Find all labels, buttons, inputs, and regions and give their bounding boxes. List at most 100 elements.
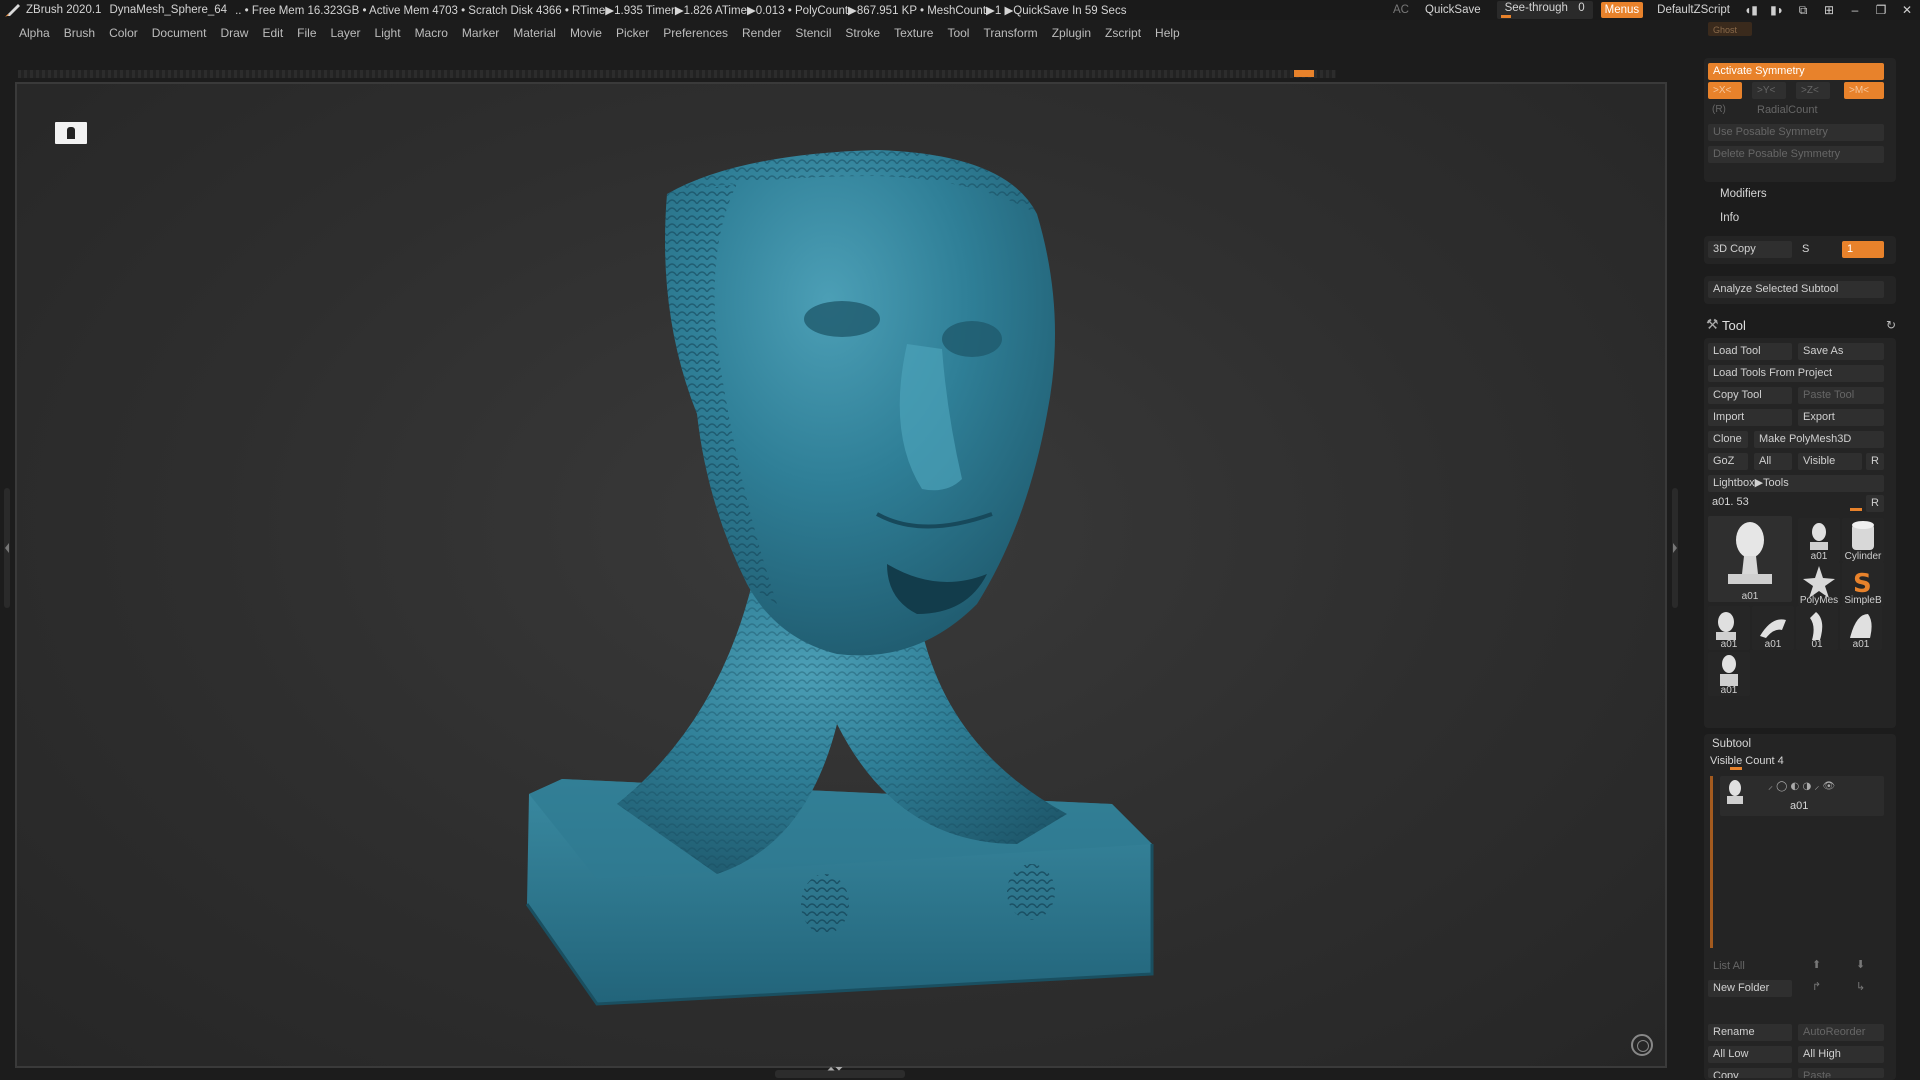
menu-transform[interactable]: Transform — [976, 26, 1044, 40]
menu-texture[interactable]: Texture — [887, 26, 940, 40]
current-tool-r-button[interactable]: R — [1866, 495, 1884, 512]
symmetry-x-toggle[interactable]: >X< — [1708, 82, 1742, 99]
tool-thumb-a01-3[interactable]: a01 — [1752, 606, 1794, 650]
autoreorder-button[interactable]: AutoReorder — [1798, 1024, 1884, 1041]
tool-palette-title[interactable]: Tool — [1722, 318, 1746, 333]
load-tools-from-project-button[interactable]: Load Tools From Project — [1708, 365, 1884, 382]
menu-draw[interactable]: Draw — [213, 26, 255, 40]
subtool-copy-button[interactable]: Copy — [1708, 1068, 1792, 1078]
info-header[interactable]: Info — [1720, 212, 1739, 224]
subtool-paste-button[interactable]: Paste — [1798, 1068, 1884, 1078]
activate-symmetry-button[interactable]: Activate Symmetry — [1708, 63, 1884, 80]
tool-thumb-a01-4[interactable]: a01 — [1840, 606, 1882, 650]
bottom-tray-toggle[interactable] — [775, 1064, 905, 1078]
menu-preferences[interactable]: Preferences — [656, 26, 735, 40]
visible-count-knob[interactable] — [1730, 767, 1742, 770]
quicksave-button[interactable]: QuickSave — [1417, 4, 1489, 16]
tool-thumb-a01-large[interactable]: a01 — [1708, 516, 1792, 602]
menu-help[interactable]: Help — [1148, 26, 1187, 40]
menu-alpha[interactable]: Alpha — [12, 26, 57, 40]
subtool-scrollbar[interactable] — [1710, 776, 1713, 948]
default-zscript-button[interactable]: DefaultZScript — [1649, 4, 1738, 16]
symmetry-m-toggle[interactable]: >M< — [1844, 82, 1884, 99]
tool-thumb-a01[interactable]: a01 — [1798, 518, 1840, 562]
menu-zscript[interactable]: Zscript — [1098, 26, 1148, 40]
menu-color[interactable]: Color — [102, 26, 145, 40]
save-as-button[interactable]: Save As — [1798, 343, 1884, 360]
symmetry-y-toggle[interactable]: >Y< — [1752, 82, 1786, 99]
menu-brush[interactable]: Brush — [57, 26, 102, 40]
new-folder-button[interactable]: New Folder — [1708, 980, 1792, 997]
lightbox-tools-button[interactable]: Lightbox▶Tools — [1708, 475, 1884, 492]
modifiers-header[interactable]: Modifiers — [1720, 188, 1767, 200]
make-polymesh3d-button[interactable]: Make PolyMesh3D — [1754, 431, 1884, 448]
refresh-icon[interactable]: ↻ — [1886, 318, 1896, 332]
menu-file[interactable]: File — [290, 26, 323, 40]
menu-tool[interactable]: Tool — [940, 26, 976, 40]
top-shelf-strip[interactable] — [18, 70, 1336, 78]
sculpt-model-head[interactable] — [17, 84, 1667, 1068]
tool-thumb-polymesh[interactable]: PolyMes — [1798, 562, 1840, 606]
copy3d-count-field[interactable]: 1 — [1842, 241, 1884, 258]
ghost-button[interactable]: Ghost — [1708, 22, 1752, 36]
left-tray-toggle[interactable] — [4, 488, 10, 608]
move-down-icon[interactable]: ⬇ — [1856, 958, 1865, 971]
close-icon[interactable]: ✕ — [1894, 0, 1920, 20]
subtool-item[interactable]: ⸝ ◯ ◐ ◑ ⸝ 👁 a01 — [1720, 776, 1884, 816]
tool-thumb-01[interactable]: 01 — [1796, 606, 1838, 650]
menu-document[interactable]: Document — [145, 26, 214, 40]
goz-all-button[interactable]: All — [1754, 453, 1792, 470]
goz-button[interactable]: GoZ — [1708, 453, 1748, 470]
tool-thumb-a01-2[interactable]: a01 — [1708, 606, 1750, 650]
menu-stroke[interactable]: Stroke — [838, 26, 887, 40]
menu-macro[interactable]: Macro — [408, 26, 455, 40]
floor-grid-icon[interactable] — [1631, 1034, 1653, 1056]
tool-thumb-simplebrush[interactable]: S SimpleB — [1842, 562, 1884, 606]
rename-button[interactable]: Rename — [1708, 1024, 1792, 1041]
current-tool-slider-knob[interactable] — [1850, 508, 1862, 511]
menu-movie[interactable]: Movie — [563, 26, 609, 40]
export-button[interactable]: Export — [1798, 409, 1884, 426]
menu-render[interactable]: Render — [735, 26, 788, 40]
canvas-viewport[interactable] — [15, 82, 1667, 1068]
current-tool-slider[interactable]: a01. 53 — [1712, 496, 1749, 508]
menu-marker[interactable]: Marker — [455, 26, 506, 40]
all-low-button[interactable]: All Low — [1708, 1046, 1792, 1063]
menu-material[interactable]: Material — [506, 26, 563, 40]
all-high-button[interactable]: All High — [1798, 1046, 1884, 1063]
tool-thumb-cylinder[interactable]: Cylinder — [1842, 518, 1884, 562]
restore-icon[interactable]: ❐ — [1868, 0, 1894, 20]
posable-symmetry-button[interactable]: Use Posable Symmetry — [1708, 124, 1884, 141]
move-up-icon[interactable]: ⬆ — [1812, 958, 1821, 971]
paste-tool-button[interactable]: Paste Tool — [1798, 387, 1884, 404]
layout-icon[interactable]: ⊞ — [1816, 0, 1842, 20]
subtool-controls-icon[interactable]: ⸝ ◯ ◐ ◑ ⸝ 👁 — [1768, 778, 1835, 792]
list-all-button[interactable]: List All — [1708, 958, 1792, 975]
copy3d-button[interactable]: 3D Copy — [1708, 241, 1792, 258]
analyze-subtool-button[interactable]: Analyze Selected Subtool — [1708, 281, 1884, 298]
goz-r-button[interactable]: R — [1866, 453, 1884, 470]
menu-stencil[interactable]: Stencil — [788, 26, 838, 40]
tool-thumb-a01-5[interactable]: a01 — [1708, 652, 1750, 696]
menus-toggle[interactable]: Menus — [1600, 2, 1644, 18]
menu-edit[interactable]: Edit — [255, 26, 290, 40]
load-tool-button[interactable]: Load Tool — [1708, 343, 1792, 360]
folder-arrow-out-icon[interactable]: ↳ — [1856, 980, 1865, 993]
radial-count-slider[interactable]: RadialCount — [1752, 102, 1884, 119]
copy-tool-button[interactable]: Copy Tool — [1708, 387, 1792, 404]
menu-light[interactable]: Light — [368, 26, 408, 40]
folder-arrow-icon[interactable]: ↱ — [1812, 980, 1821, 993]
menu-picker[interactable]: Picker — [609, 26, 656, 40]
see-through-slider[interactable]: See-through 0 — [1496, 1, 1593, 19]
ac-button[interactable]: AC — [1385, 4, 1417, 16]
right-tray-toggle[interactable] — [1672, 488, 1678, 608]
floating-palette-icon[interactable]: ⧉ — [1790, 0, 1816, 20]
visible-count-slider[interactable]: Visible Count 4 — [1710, 755, 1784, 767]
goz-visible-button[interactable]: Visible — [1798, 453, 1862, 470]
ui-contrast-right-icon[interactable]: ▮◗ — [1764, 0, 1790, 20]
symmetry-z-toggle[interactable]: >Z< — [1796, 82, 1830, 99]
minimize-icon[interactable]: – — [1842, 0, 1868, 20]
radial-r-toggle[interactable]: (R) — [1712, 104, 1726, 115]
subtool-title[interactable]: Subtool — [1712, 738, 1751, 750]
menu-zplugin[interactable]: Zplugin — [1045, 26, 1098, 40]
